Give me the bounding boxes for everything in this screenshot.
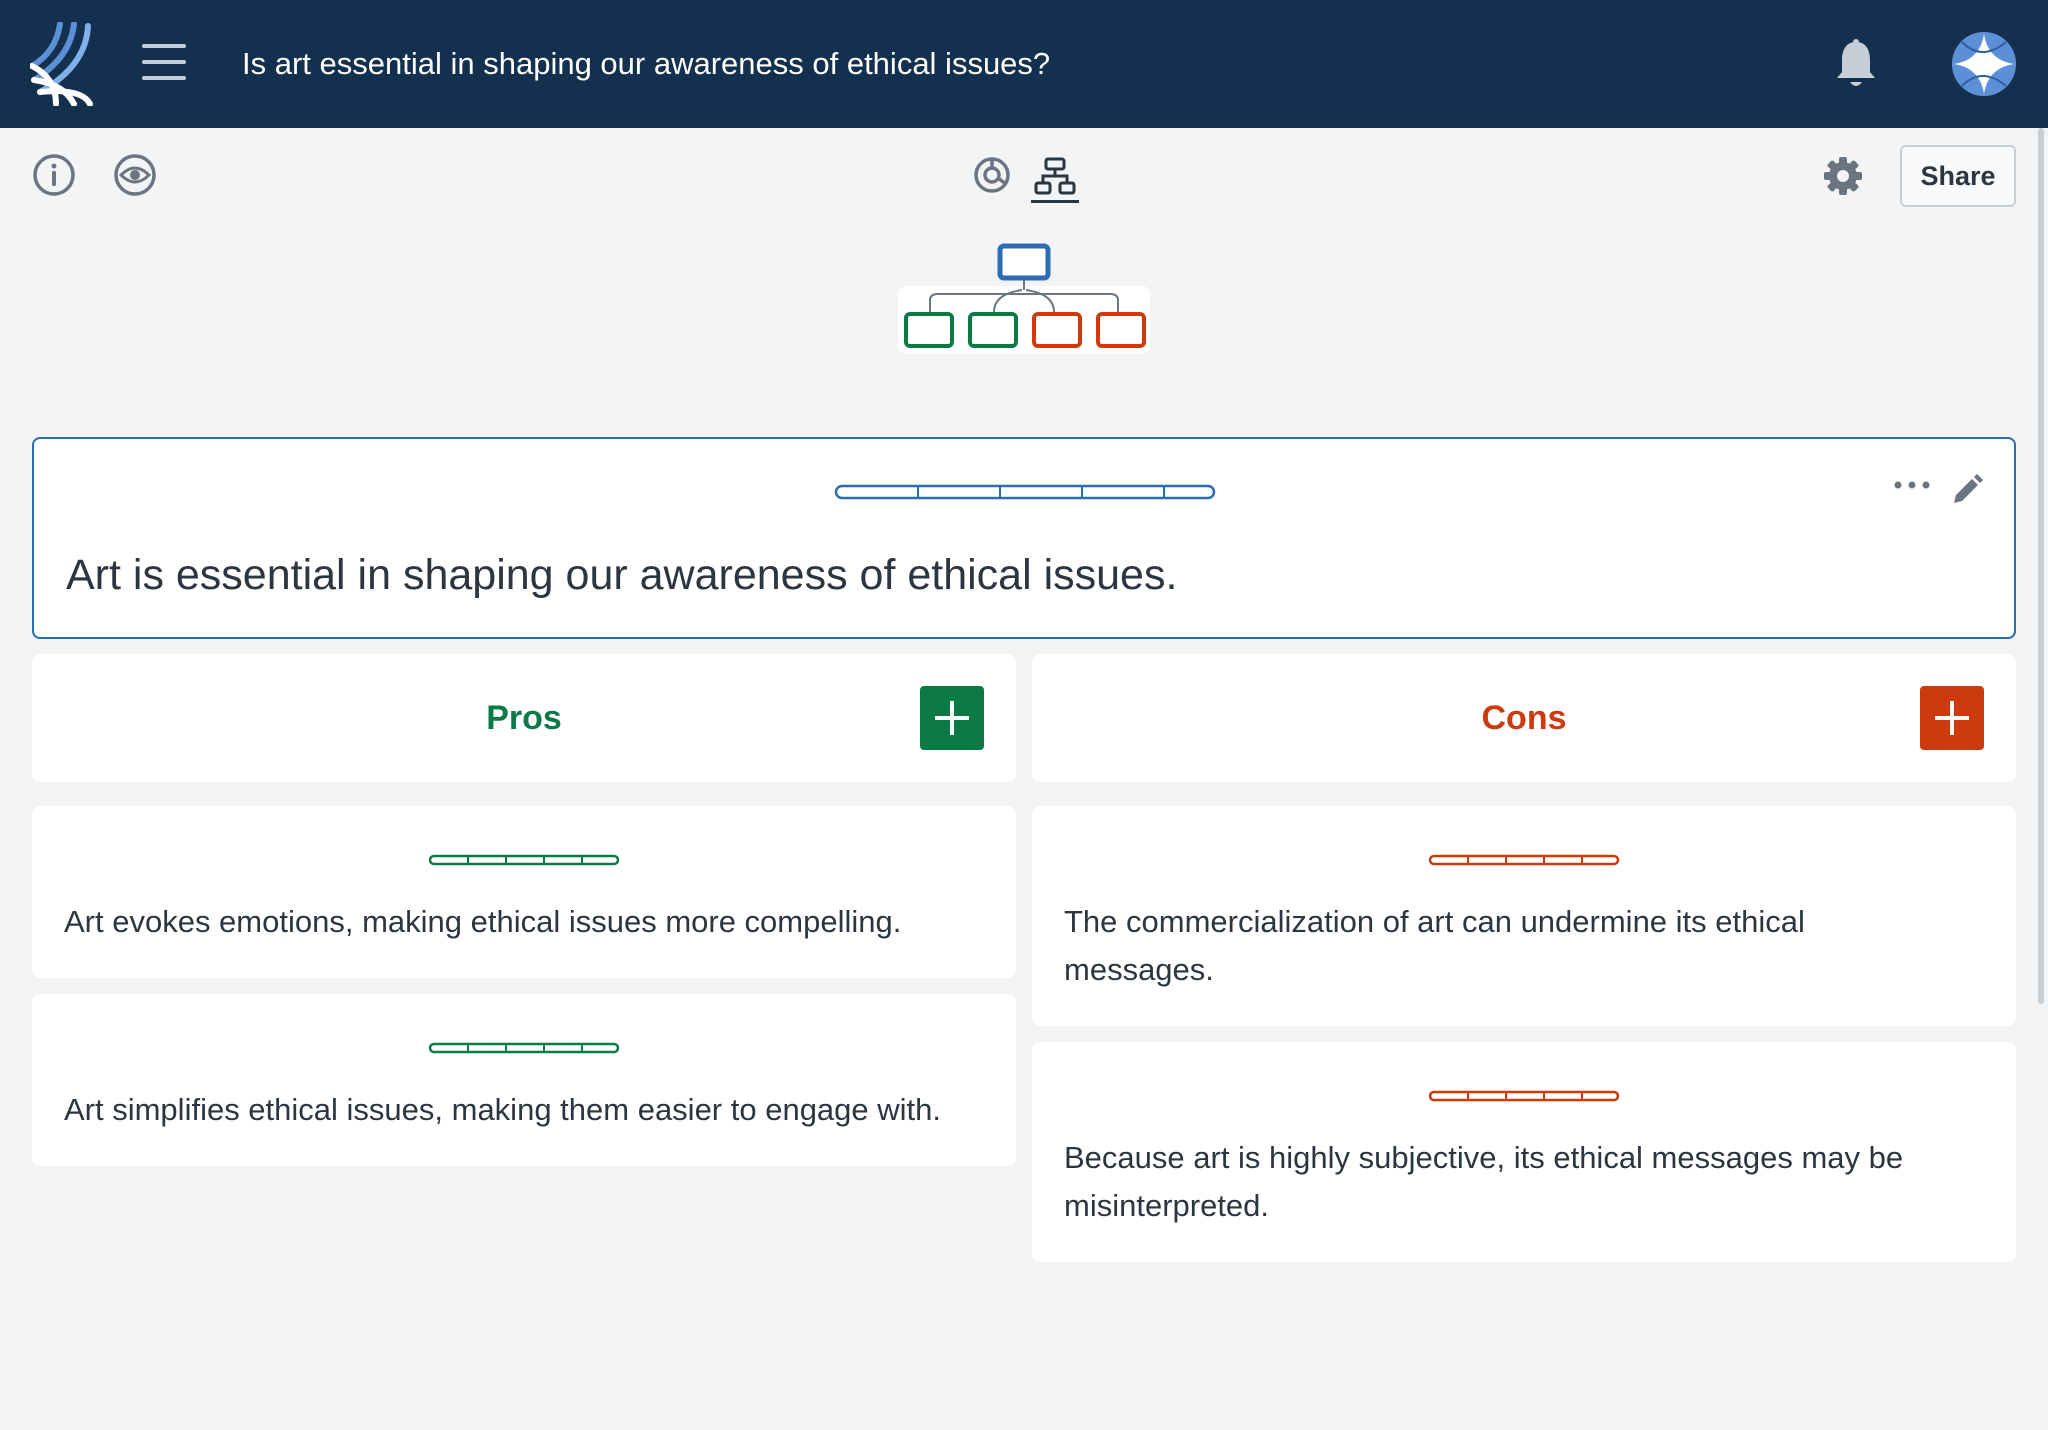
pros-column-header: Pros	[32, 654, 1016, 782]
page-scrollbar[interactable]	[2038, 128, 2044, 1004]
add-pro-button[interactable]	[920, 686, 984, 750]
thesis-card[interactable]: Art is essential in shaping our awarenes…	[32, 437, 2016, 639]
pro-vote-bar	[428, 1042, 620, 1054]
con-vote-bar	[1428, 854, 1620, 866]
thesis-text: Art is essential in shaping our awarenes…	[66, 551, 1178, 599]
add-con-button[interactable]	[1920, 686, 1984, 750]
con-argument-card[interactable]: The commercialization of art can undermi…	[1032, 806, 2016, 1026]
active-view-indicator	[1031, 200, 1079, 203]
share-button[interactable]: Share	[1900, 145, 2016, 207]
cons-label: Cons	[1481, 699, 1567, 737]
con-argument-text: The commercialization of art can undermi…	[1064, 904, 1805, 987]
con-vote-bar	[1428, 1090, 1620, 1102]
eye-icon[interactable]	[113, 153, 157, 197]
avatar-icon[interactable]	[1952, 32, 2016, 96]
pro-argument-card[interactable]: Art evokes emotions, making ethical issu…	[32, 806, 1016, 978]
bell-icon[interactable]	[1834, 38, 1878, 90]
argument-map-thumbnail[interactable]	[894, 238, 1154, 358]
pencil-icon[interactable]	[1950, 473, 1984, 507]
kialo-logo-icon[interactable]	[30, 22, 94, 106]
cons-column-header: Cons	[1032, 654, 2016, 782]
gear-icon[interactable]	[1822, 155, 1864, 197]
pro-argument-text: Art simplifies ethical issues, making th…	[64, 1092, 942, 1127]
pro-argument-text: Art evokes emotions, making ethical issu…	[64, 904, 902, 939]
tree-view-icon[interactable]	[1034, 156, 1076, 196]
hamburger-icon[interactable]	[142, 44, 186, 84]
more-options-icon[interactable]	[1892, 473, 1932, 497]
pro-vote-bar	[428, 854, 620, 866]
con-argument-card[interactable]: Because art is highly subjective, its et…	[1032, 1042, 2016, 1262]
sunburst-view-icon[interactable]	[972, 155, 1012, 195]
pro-argument-card[interactable]: Art simplifies ethical issues, making th…	[32, 994, 1016, 1166]
pros-label: Pros	[486, 699, 562, 737]
thesis-vote-bar	[834, 484, 1216, 500]
top-bar: Is art essential in shaping our awarenes…	[0, 0, 2048, 128]
page-title: Is art essential in shaping our awarenes…	[242, 46, 1051, 81]
info-icon[interactable]	[32, 153, 76, 197]
con-argument-text: Because art is highly subjective, its et…	[1064, 1140, 1904, 1223]
